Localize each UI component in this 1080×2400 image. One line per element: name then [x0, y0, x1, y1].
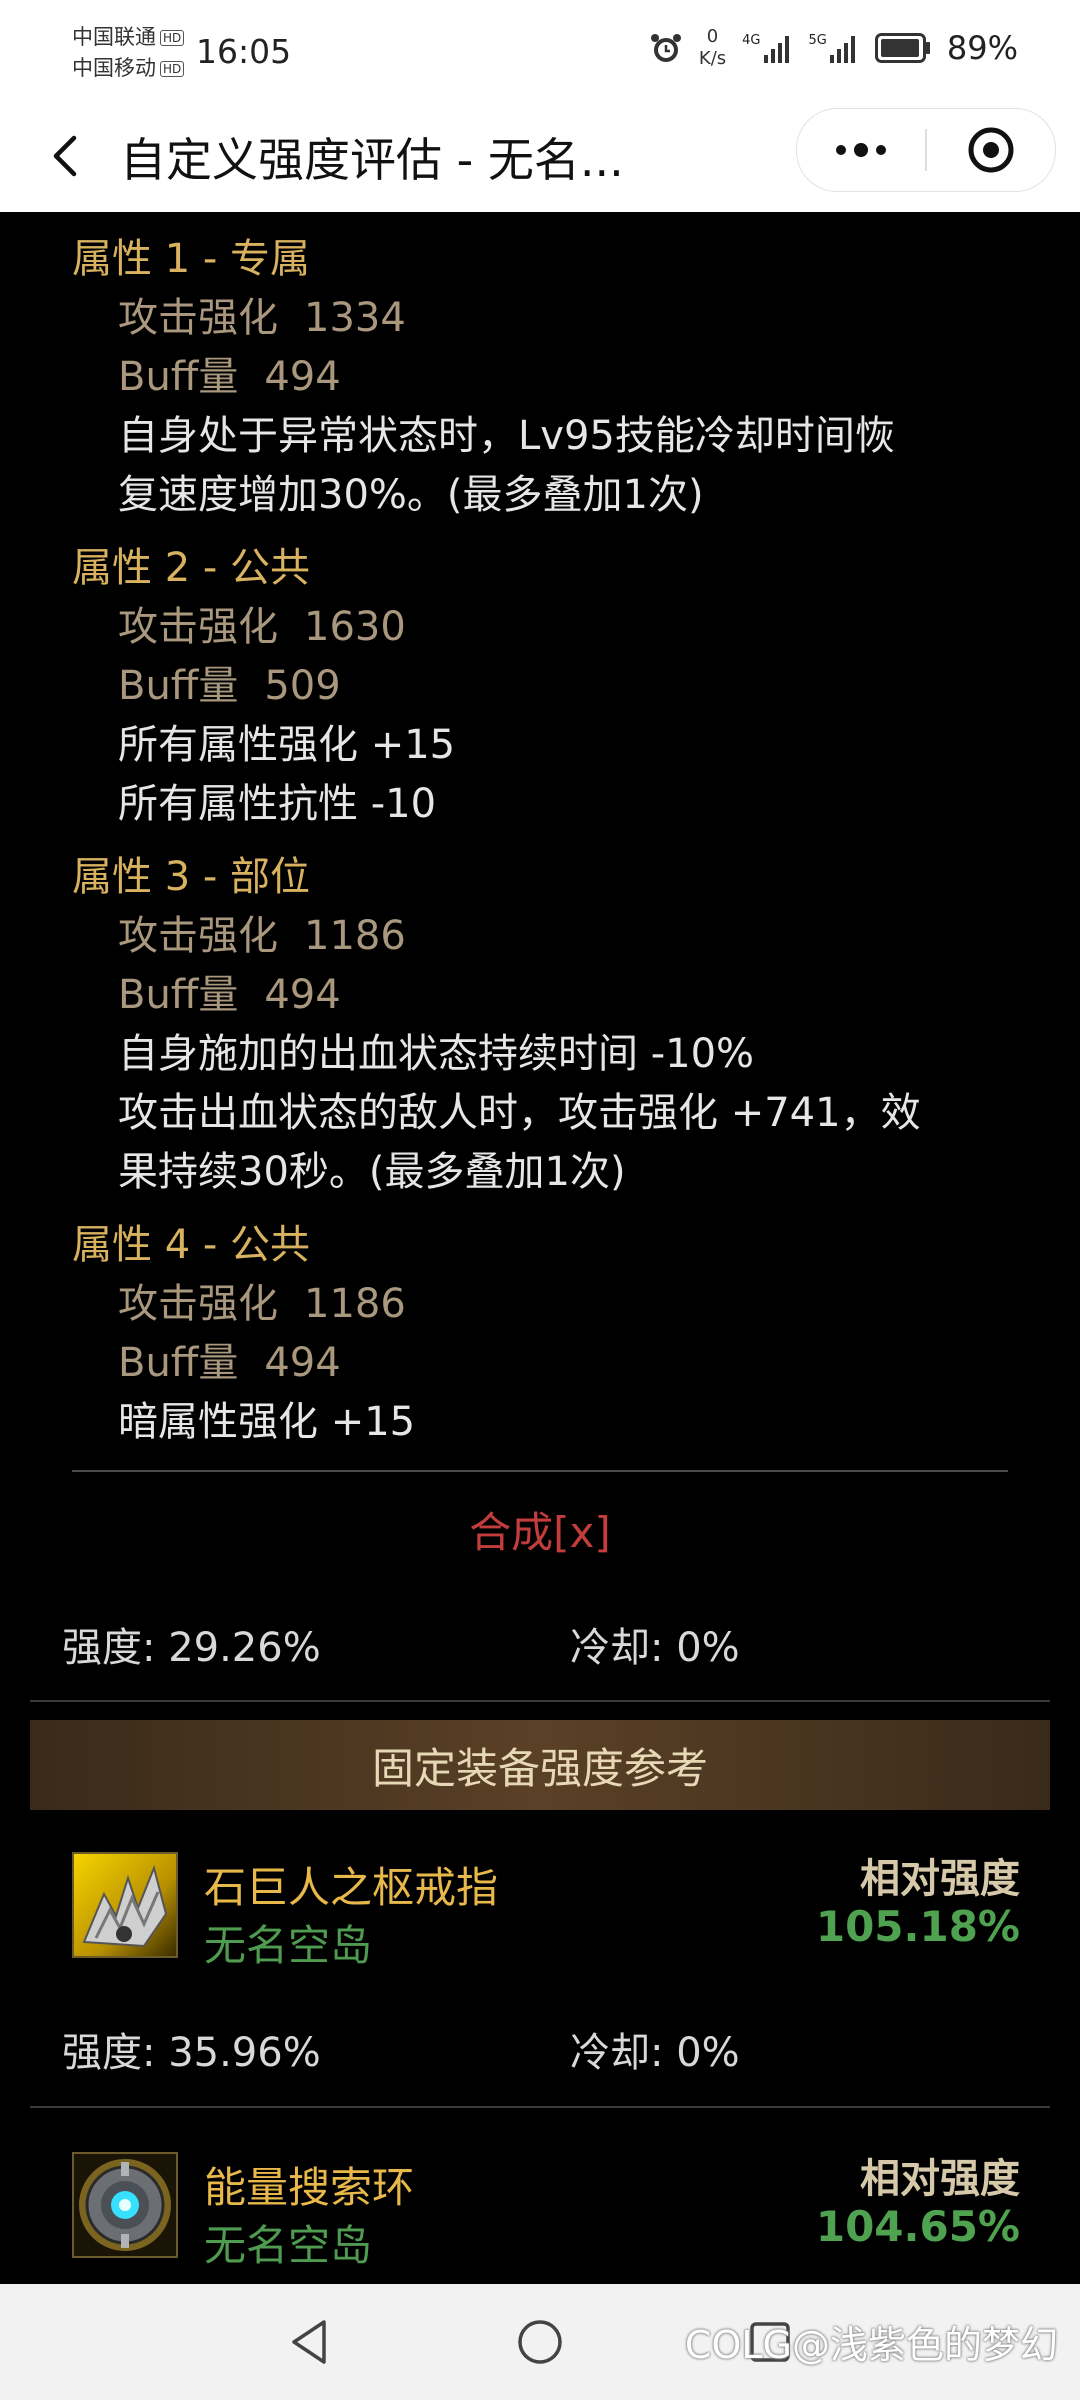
hd-badge-2: HD — [160, 60, 185, 77]
signal-bars-icon — [829, 36, 855, 63]
property-4-effect-1: 暗属性强化 +15 — [118, 1399, 416, 1445]
property-4-head: 属性 4 - 公共 — [72, 1222, 311, 1268]
circle-home-icon — [518, 2320, 562, 2364]
signal-bars-icon — [763, 36, 789, 63]
property-3-effect-2: 攻击出血状态的敌人时，攻击强化 +741，效 — [118, 1090, 921, 1136]
net-speed: 0 K/s — [699, 26, 726, 70]
signal-1: 4G — [742, 33, 792, 63]
back-button[interactable] — [36, 124, 100, 188]
chevron-left-icon — [53, 135, 77, 177]
close-button[interactable] — [927, 109, 1055, 191]
hd-badge-1: HD — [160, 29, 185, 46]
synth-link[interactable]: 合成[x] — [0, 1499, 1080, 1560]
divider — [72, 1470, 1008, 1472]
alarm-icon — [650, 34, 681, 62]
battery-percent: 89% — [946, 29, 1018, 67]
property-1-attack: 攻击强化 1334 — [118, 295, 406, 341]
item-1-name[interactable]: 石巨人之枢戒指 — [204, 1854, 498, 1915]
property-2-effect-2: 所有属性抗性 -10 — [118, 781, 437, 827]
status-icons: 0 K/s 4G 5G 89% — [649, 26, 1018, 70]
property-4-buff: Buff量 494 — [118, 1340, 341, 1386]
triangle-back-icon — [292, 2320, 326, 2364]
watermark-logo: COLG — [684, 2323, 792, 2367]
close-target-icon — [968, 127, 1014, 173]
status-bar: 中国联通 HD 中国移动 HD 16:05 0 K/s 4G 5G 89% — [0, 0, 1080, 100]
mini-program-capsule — [796, 108, 1056, 192]
net-type-1: 4G — [742, 33, 761, 48]
energy-ring-icon[interactable] — [72, 2152, 178, 2258]
property-1-effect-2: 复速度增加30%。(最多叠加1次) — [118, 472, 704, 518]
summary-cooldown: 冷却: 0% — [570, 1625, 740, 1671]
net-speed-value: 0 — [706, 26, 719, 47]
property-2-head: 属性 2 - 公共 — [72, 545, 311, 591]
property-1-head: 属性 1 - 专属 — [72, 236, 311, 282]
divider — [30, 1700, 1050, 1702]
property-2-buff: Buff量 509 — [118, 663, 341, 709]
property-4-attack: 攻击强化 1186 — [118, 1281, 406, 1327]
item-1-strength: 强度: 35.96% — [62, 2030, 321, 2076]
content-area: 属性 1 - 专属 攻击强化 1334 Buff量 494 自身处于异常状态时，Lv… — [0, 212, 1080, 2284]
property-3-effect-1: 自身施加的出血状态持续时间 -10% — [118, 1031, 755, 1077]
property-2-attack: 攻击强化 1630 — [118, 604, 406, 650]
carrier-info: 中国联通 HD 中国移动 HD — [72, 22, 185, 84]
property-3-buff: Buff量 494 — [118, 972, 341, 1018]
property-3-effect-3: 果持续30秒。(最多叠加1次) — [118, 1149, 626, 1195]
battery-icon — [874, 33, 930, 63]
net-type-2: 5G — [808, 33, 827, 48]
item-2-name[interactable]: 能量搜索环 — [204, 2154, 414, 2215]
signal-2: 5G — [809, 33, 859, 63]
item-2-relative-value: 104.65% — [815, 2202, 1020, 2251]
carrier-1: 中国联通 — [72, 25, 156, 49]
property-2-effect-1: 所有属性强化 +15 — [118, 722, 456, 768]
item-1-cooldown: 冷却: 0% — [570, 2030, 740, 2076]
clock: 16:05 — [196, 32, 292, 71]
section-header: 固定装备强度参考 — [30, 1720, 1050, 1810]
item-1-relative-value: 105.18% — [815, 1902, 1020, 1951]
carrier-2: 中国移动 — [72, 56, 156, 80]
divider — [30, 2106, 1050, 2108]
item-2-source: 无名空岛 — [204, 2221, 373, 2270]
watermark-text: @浅紫色的梦幻 — [791, 2323, 1058, 2367]
property-1-buff: Buff量 494 — [118, 354, 341, 400]
item-2-relative-label: 相对强度 — [860, 2156, 1020, 2202]
ring-claw-icon[interactable] — [72, 1852, 178, 1958]
nav-back-button[interactable] — [280, 2312, 340, 2372]
property-1-effect-1: 自身处于异常状态时，Lv95技能冷却时间恢 — [118, 413, 895, 459]
title-bar: 自定义强度评估 - 无名... — [0, 100, 1080, 213]
watermark: COLG@浅紫色的梦幻 — [685, 2314, 1058, 2369]
item-1-relative-label: 相对强度 — [860, 1856, 1020, 1902]
property-3-attack: 攻击强化 1186 — [118, 913, 406, 959]
section-title: 固定装备强度参考 — [371, 1743, 708, 1793]
item-1-source: 无名空岛 — [204, 1921, 373, 1970]
more-dots-icon — [836, 143, 886, 157]
net-speed-unit: K/s — [698, 48, 727, 69]
navigation-bar: COLG@浅紫色的梦幻 — [0, 2284, 1080, 2400]
more-button[interactable] — [797, 109, 925, 191]
page-title: 自定义强度评估 - 无名... — [120, 133, 624, 187]
nav-home-button[interactable] — [510, 2312, 570, 2372]
property-3-head: 属性 3 - 部位 — [72, 854, 311, 900]
summary-strength: 强度: 29.26% — [62, 1625, 321, 1671]
